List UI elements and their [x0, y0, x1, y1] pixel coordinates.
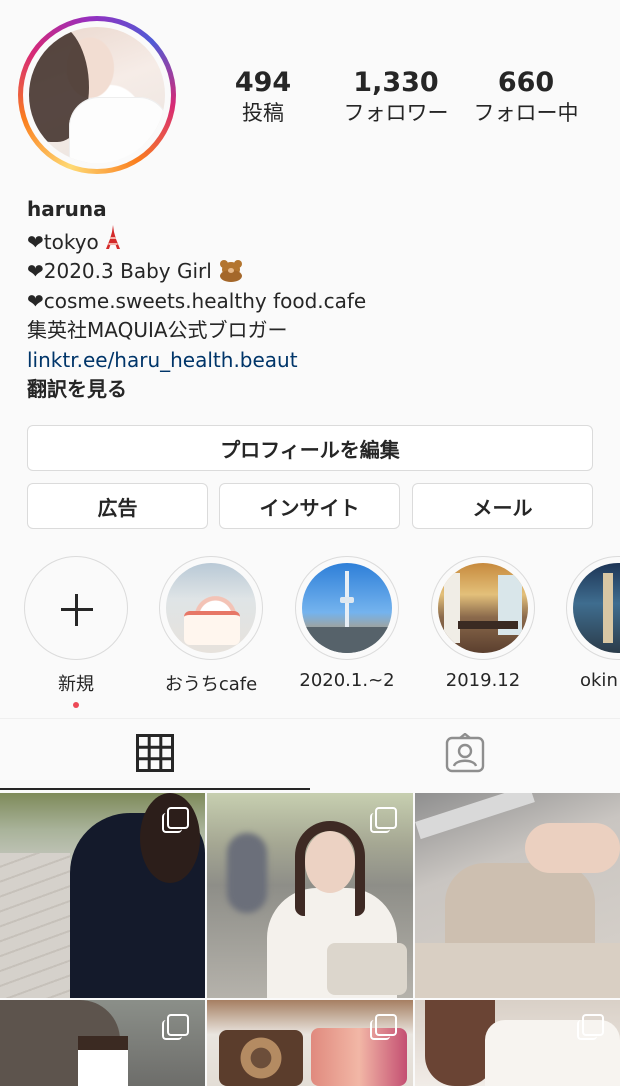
- post-thumbnail[interactable]: [207, 1000, 413, 1086]
- tab-tagged[interactable]: [310, 719, 620, 791]
- following-count-label: フォロー中: [473, 101, 579, 125]
- notification-dot: [73, 702, 79, 708]
- tagged-person-icon: [445, 732, 485, 777]
- multi-photo-icon: [577, 1014, 604, 1040]
- profile-username: haruna: [27, 197, 107, 221]
- bio-line-2: ❤2020.3 Baby Girl: [27, 257, 607, 287]
- post-thumbnail[interactable]: [207, 793, 413, 998]
- highlight-cover: [573, 563, 620, 653]
- ads-button[interactable]: 広告: [27, 483, 208, 529]
- followers-count-value: 1,330: [353, 67, 439, 98]
- post-thumbnail[interactable]: [0, 1000, 205, 1086]
- multi-photo-icon: [162, 807, 189, 833]
- email-button[interactable]: メール: [412, 483, 593, 529]
- highlight-cover: [438, 563, 528, 653]
- bio-line-1: ❤tokyo: [27, 224, 607, 258]
- active-tab-indicator: [0, 788, 310, 790]
- teddy-bear-icon: [218, 260, 244, 282]
- posts-count-value: 494: [234, 67, 292, 98]
- post-thumbnail[interactable]: [415, 793, 620, 998]
- following-count[interactable]: 660 フォロー中: [466, 66, 586, 126]
- posts-count[interactable]: 494 投稿: [203, 66, 323, 126]
- tab-posts-grid[interactable]: [0, 719, 310, 791]
- highlight-label: 2020.1.~2: [299, 670, 395, 691]
- bio-line-4: 集英社MAQUIA公式ブロガー: [27, 318, 288, 342]
- grid-icon: [136, 734, 174, 776]
- see-translation-link[interactable]: 翻訳を見る: [27, 375, 607, 405]
- highlight-item[interactable]: 2019.12: [430, 556, 536, 691]
- profile-bio: haruna ❤tokyo ❤2020.3 Baby Girl ❤cosme.s…: [27, 195, 607, 405]
- highlight-item[interactable]: 2020.1.~2: [294, 556, 400, 691]
- post-thumbnail[interactable]: [415, 1000, 620, 1086]
- profile-avatar[interactable]: [18, 16, 176, 174]
- highlight-label: 2019.12: [445, 670, 521, 691]
- followers-count-label: フォロワー: [343, 101, 449, 125]
- multi-photo-icon: [370, 807, 397, 833]
- highlight-label: okin: [580, 670, 618, 686]
- highlight-label: 新規: [58, 674, 94, 695]
- post-thumbnail[interactable]: [0, 793, 205, 998]
- highlight-new[interactable]: 新規: [23, 556, 129, 708]
- followers-count[interactable]: 1,330 フォロワー: [335, 66, 457, 126]
- highlight-item[interactable]: おうちcafe: [158, 556, 264, 696]
- highlight-cover: [166, 563, 256, 653]
- edit-profile-button[interactable]: プロフィールを編集: [27, 425, 593, 471]
- highlight-cover: [302, 563, 392, 653]
- multi-photo-icon: [162, 1014, 189, 1040]
- avatar-photo: [29, 27, 165, 163]
- plus-icon[interactable]: [24, 556, 128, 660]
- highlight-label: おうちcafe: [164, 674, 258, 695]
- multi-photo-icon: [370, 1014, 397, 1040]
- tokyo-tower-icon: [105, 224, 121, 258]
- highlight-item[interactable]: okin: [566, 556, 620, 686]
- bio-line-3: ❤cosme.sweets.healthy food.cafe: [27, 288, 367, 313]
- bio-link[interactable]: linktr.ee/haru_health.beaut: [27, 346, 607, 376]
- following-count-value: 660: [497, 67, 555, 98]
- insights-button[interactable]: インサイト: [219, 483, 400, 529]
- posts-count-label: 投稿: [242, 101, 284, 125]
